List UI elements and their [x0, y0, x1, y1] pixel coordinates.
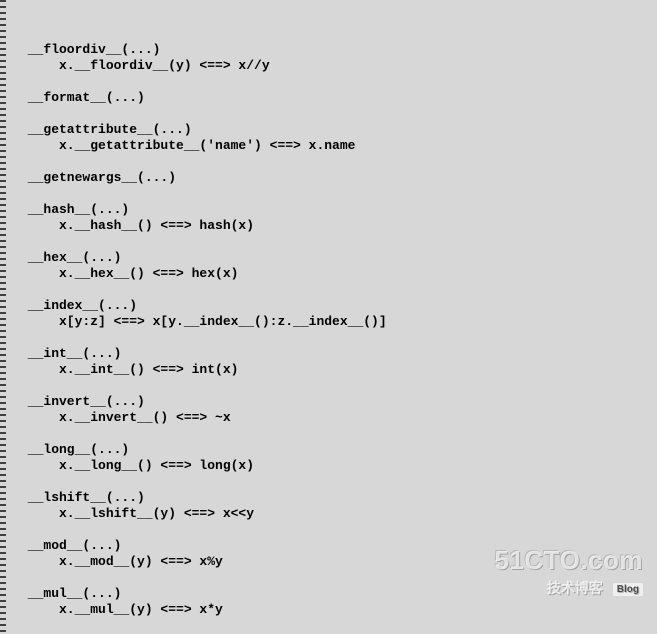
terminal-viewport: __floordiv__(...) x.__floordiv__(y) <==>… — [0, 0, 657, 634]
code-listing: __floordiv__(...) x.__floordiv__(y) <==>… — [6, 42, 657, 634]
